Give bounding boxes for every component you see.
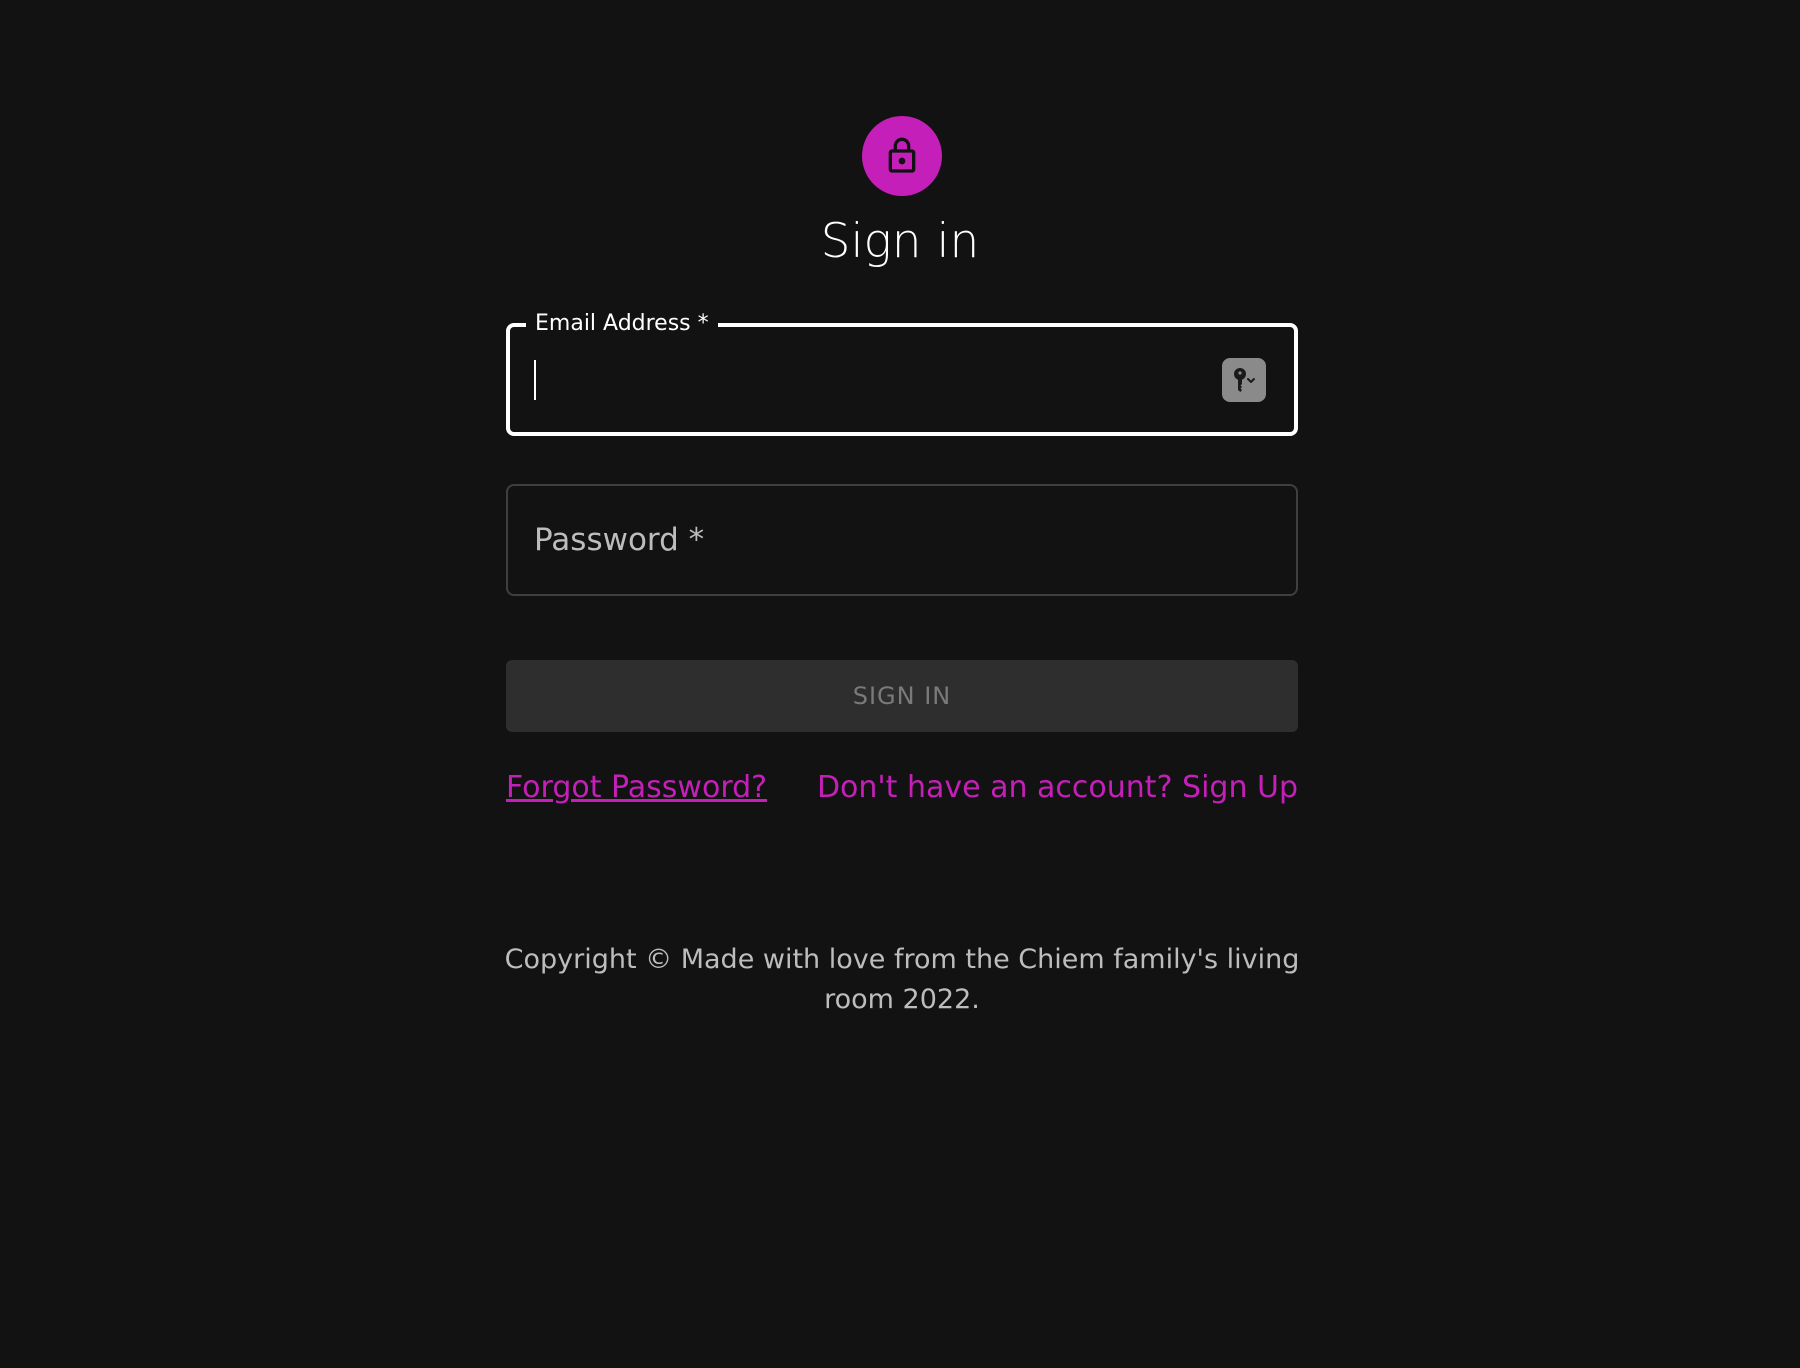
lock-icon (888, 137, 916, 173)
password-manager-autofill-button[interactable] (1222, 358, 1266, 402)
password-field-label: Password * (534, 522, 705, 558)
email-field-label: Email Address * (526, 308, 718, 340)
sign-in-page: Sign in Email Address * Password * SIGN … (0, 0, 1800, 1368)
text-caret (534, 360, 536, 400)
page-title: Sign in (820, 214, 980, 269)
forgot-password-link[interactable]: Forgot Password? (506, 768, 767, 808)
avatar (862, 116, 942, 196)
copyright-text: Copyright © Made with love from the Chie… (504, 944, 1300, 1015)
sign-up-link[interactable]: Don't have an account? Sign Up (817, 768, 1298, 808)
email-field[interactable]: Email Address * (506, 308, 1298, 436)
key-icon (1234, 368, 1255, 392)
password-field[interactable]: Password * (506, 484, 1298, 596)
sign-in-button[interactable]: SIGN IN (506, 660, 1298, 732)
